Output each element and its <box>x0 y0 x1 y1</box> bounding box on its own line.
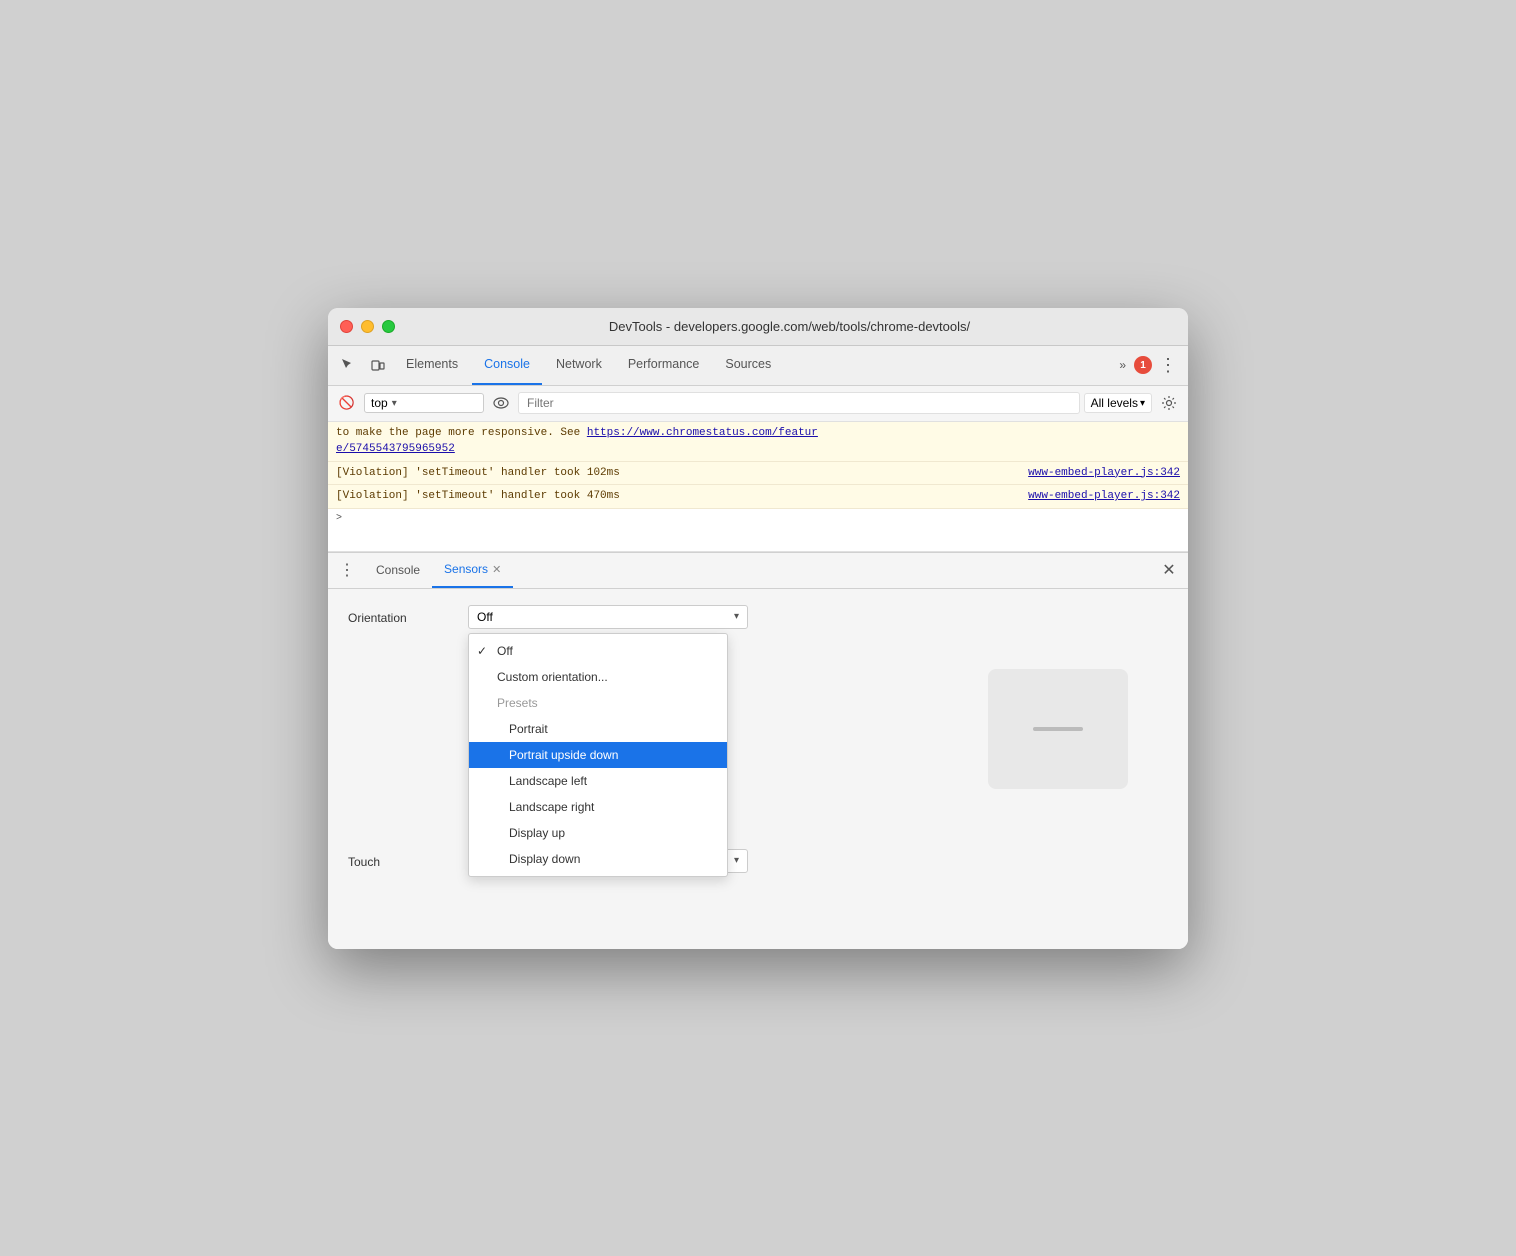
console-line: [Violation] 'setTimeout' handler took 47… <box>328 485 1188 509</box>
dropdown-item-landscape-left[interactable]: Landscape left <box>469 768 727 794</box>
maximize-button[interactable] <box>382 320 395 333</box>
context-selector[interactable]: top ▾ <box>364 393 484 413</box>
console-settings-icon[interactable] <box>1156 390 1182 416</box>
orientation-trigger[interactable]: Off ▾ <box>468 605 748 629</box>
chromestatus-link[interactable]: https://www.chromestatus.com/feature/574… <box>336 427 818 456</box>
device-toggle-icon[interactable] <box>364 351 392 379</box>
tab-elements[interactable]: Elements <box>394 345 470 385</box>
dropdown-item-display-down[interactable]: Display down <box>469 846 727 872</box>
dropdown-item-portrait[interactable]: Portrait <box>469 716 727 742</box>
log-levels-selector[interactable]: All levels ▾ <box>1084 393 1152 413</box>
devtools-window: DevTools - developers.google.com/web/too… <box>328 308 1188 949</box>
eye-icon[interactable] <box>488 390 514 416</box>
drawer-menu-icon[interactable]: ⋮ <box>334 557 360 583</box>
prompt-chevron: > <box>336 513 342 524</box>
console-toolbar: 🚫 top ▾ All levels ▾ <box>328 386 1188 422</box>
clear-console-button[interactable]: 🚫 <box>334 390 360 416</box>
close-drawer-button[interactable]: ✕ <box>1156 557 1182 583</box>
tab-performance[interactable]: Performance <box>616 345 712 385</box>
orientation-label: Orientation <box>348 605 468 625</box>
dropdown-item-presets: Presets <box>469 690 727 716</box>
phone-bar <box>1033 727 1083 731</box>
embed-player-link-1[interactable]: www-embed-player.js:342 <box>1028 465 1180 482</box>
tab-sources[interactable]: Sources <box>713 345 783 385</box>
window-title: DevTools - developers.google.com/web/too… <box>403 319 1176 334</box>
filter-input[interactable] <box>518 392 1080 414</box>
devtools-menu-button[interactable]: ⋮ <box>1154 351 1182 379</box>
dropdown-item-landscape-right[interactable]: Landscape right <box>469 794 727 820</box>
drawer-tab-sensors[interactable]: Sensors ✕ <box>432 552 513 588</box>
sensors-panel: Orientation Off ▾ ✓ Off Custom orientati… <box>328 589 1188 949</box>
close-sensors-tab[interactable]: ✕ <box>492 563 501 576</box>
dropdown-item-custom[interactable]: Custom orientation... <box>469 664 727 690</box>
console-line: [Violation] 'setTimeout' handler took 10… <box>328 462 1188 486</box>
touch-label: Touch <box>348 849 468 869</box>
console-prompt: > <box>328 509 1188 528</box>
console-output: to make the page more responsive. See ht… <box>328 422 1188 552</box>
orientation-phone-mockup <box>988 669 1128 789</box>
tab-network[interactable]: Network <box>544 345 614 385</box>
drawer-tab-console[interactable]: Console <box>364 552 432 588</box>
more-tabs-button[interactable]: » <box>1113 354 1132 376</box>
console-line: to make the page more responsive. See ht… <box>328 422 1188 462</box>
devtools-tab-bar: Elements Console Network Performance Sou… <box>328 346 1188 386</box>
dropdown-item-portrait-upside-down[interactable]: Portrait upside down <box>469 742 727 768</box>
drawer-tab-bar: ⋮ Console Sensors ✕ ✕ <box>328 553 1188 589</box>
embed-player-link-2[interactable]: www-embed-player.js:342 <box>1028 488 1180 505</box>
orientation-row: Orientation Off ▾ ✓ Off Custom orientati… <box>348 605 1168 629</box>
tab-console[interactable]: Console <box>472 345 542 385</box>
orientation-dropdown-menu: ✓ Off Custom orientation... Presets Port… <box>468 633 728 877</box>
dropdown-item-off[interactable]: ✓ Off <box>469 638 727 664</box>
dropdown-item-display-up[interactable]: Display up <box>469 820 727 846</box>
error-badge: 1 <box>1134 356 1152 374</box>
close-button[interactable] <box>340 320 353 333</box>
orientation-dropdown-container: Off ▾ ✓ Off Custom orientation... <box>468 605 748 629</box>
inspect-icon[interactable] <box>334 351 362 379</box>
minimize-button[interactable] <box>361 320 374 333</box>
drawer-panel: ⋮ Console Sensors ✕ ✕ Orientation Off ▾ <box>328 552 1188 949</box>
title-bar: DevTools - developers.google.com/web/too… <box>328 308 1188 346</box>
